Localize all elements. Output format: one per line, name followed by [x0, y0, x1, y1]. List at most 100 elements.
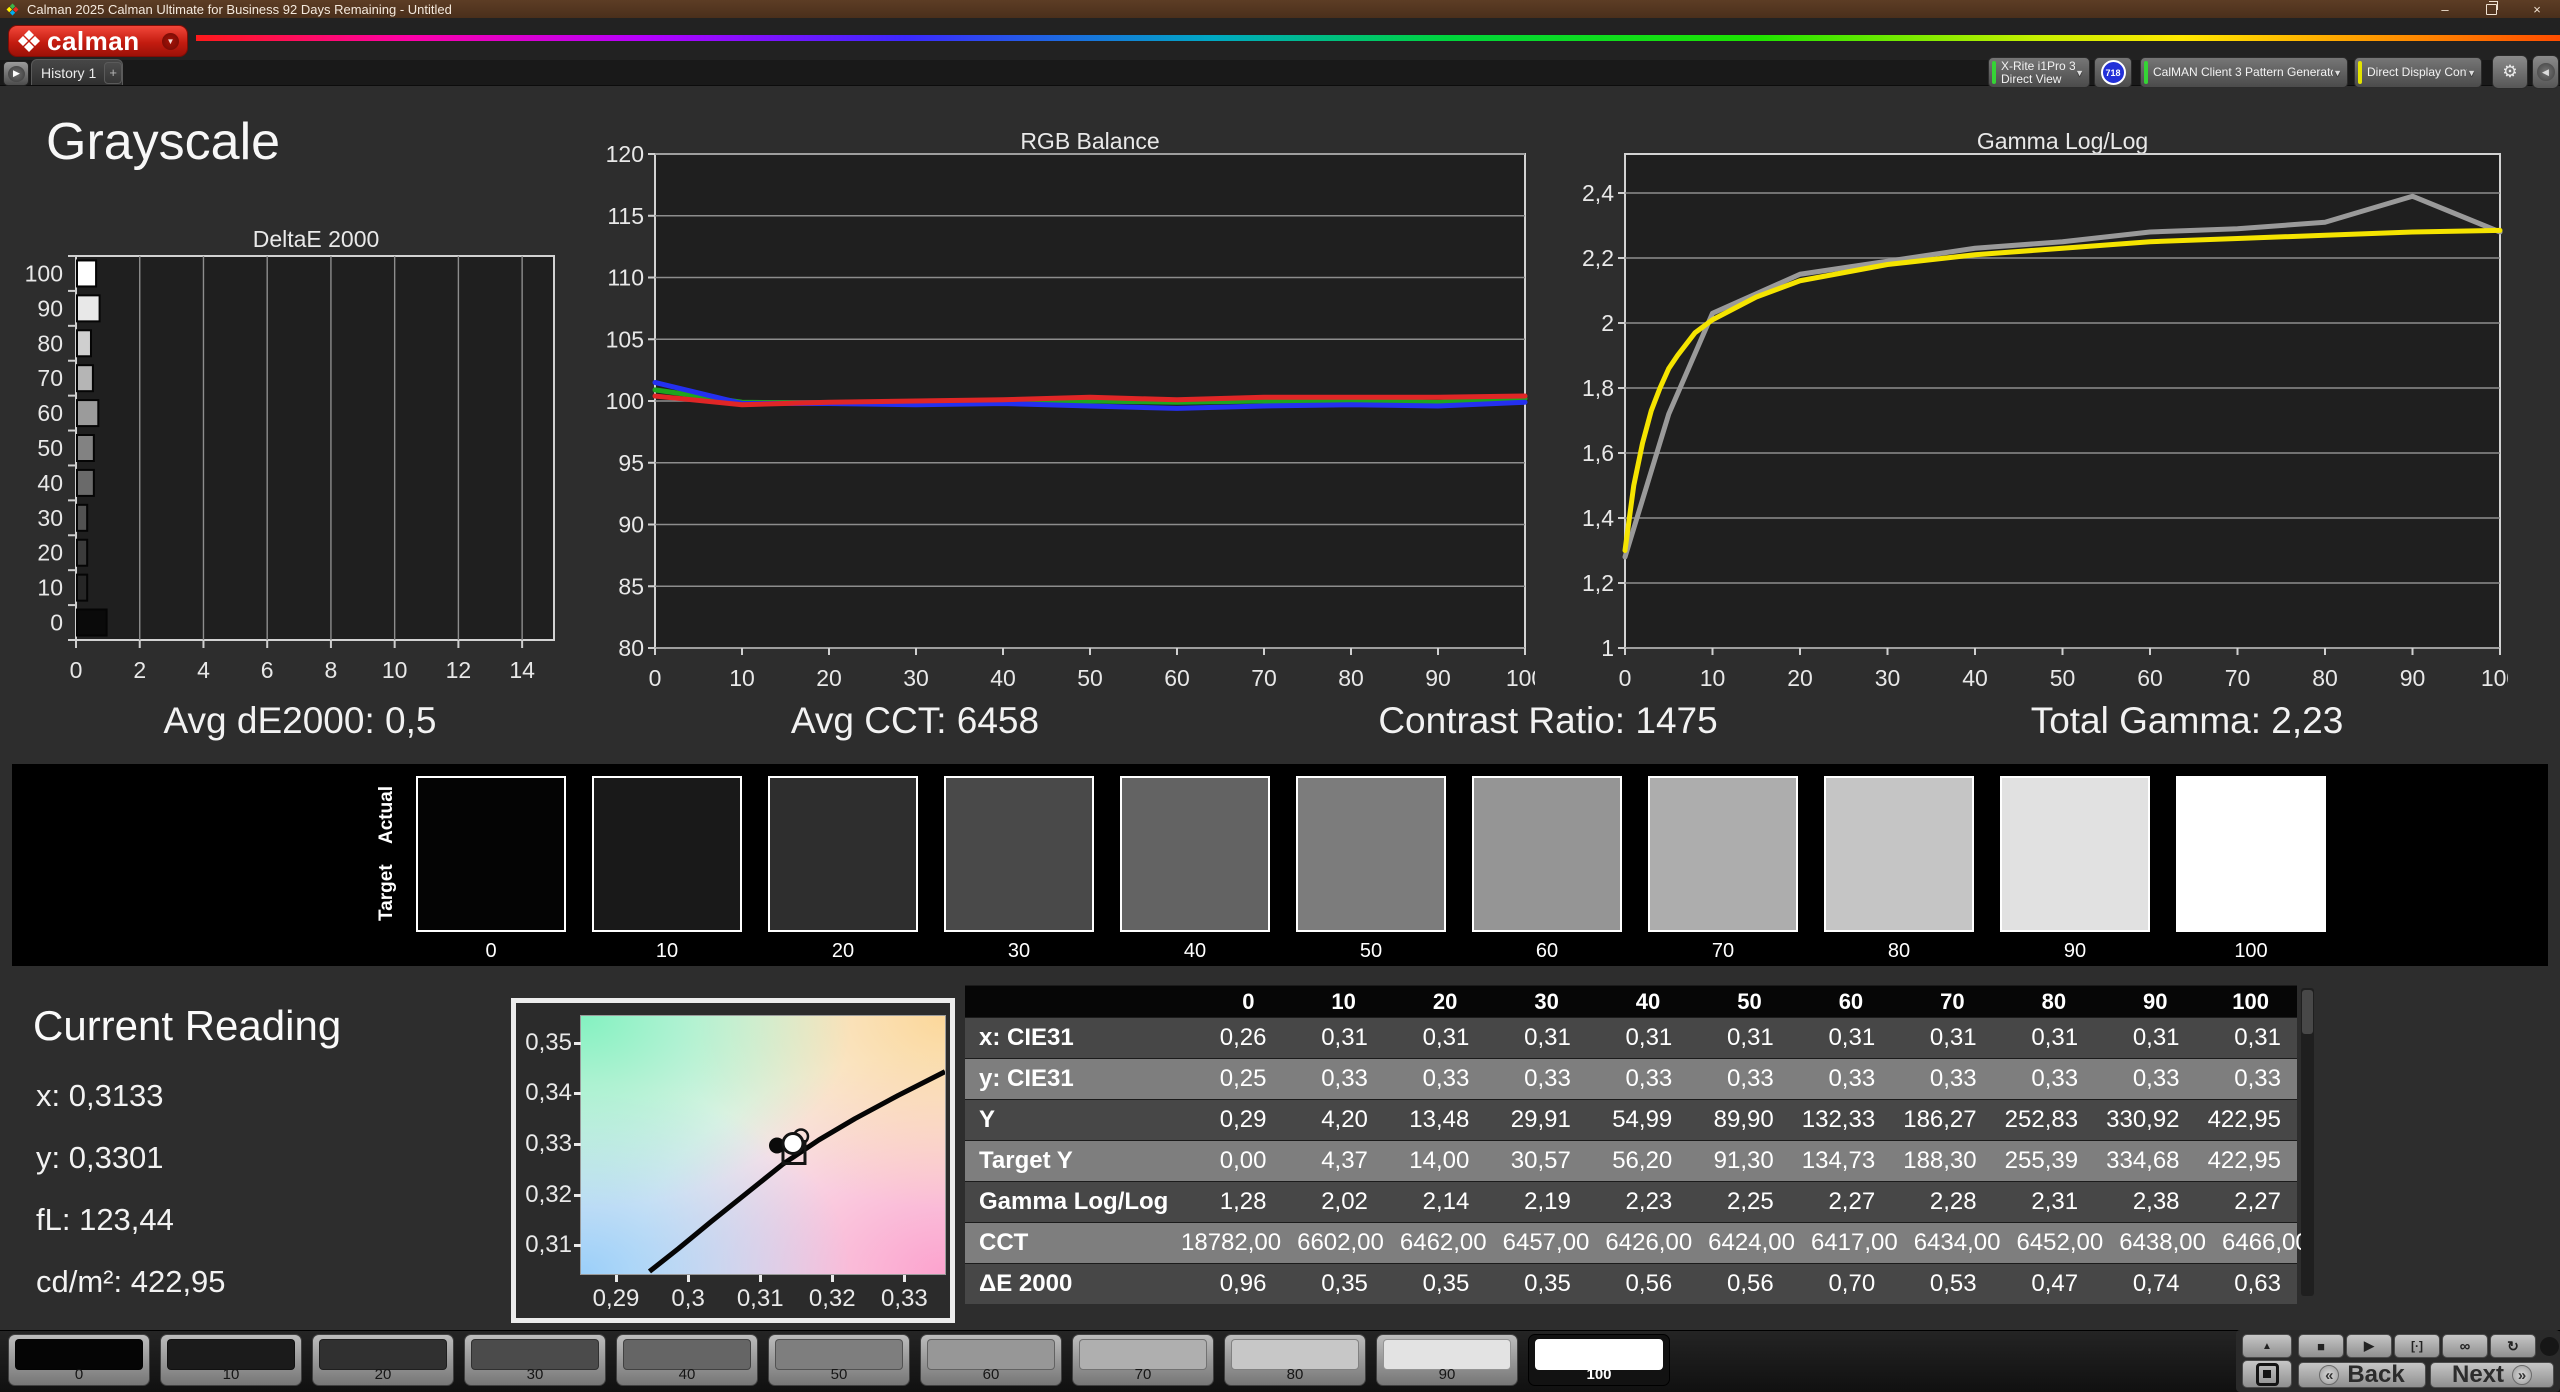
pattern-level-label: 20: [374, 1366, 392, 1383]
table-scrollbar[interactable]: [2301, 988, 2314, 1296]
cie-x-tick: [687, 1275, 691, 1282]
swatch-row: 0 10 20 30 40 50 60 70 80 90 100: [416, 776, 2326, 963]
table-cell: 91,30: [1713, 1147, 1774, 1174]
collapse-panel-button[interactable]: ◀: [2532, 55, 2559, 89]
column-header: 20: [1432, 988, 1458, 1014]
pattern-button-60[interactable]: 60: [920, 1334, 1062, 1386]
row-label: y: CIE31: [979, 1065, 1074, 1092]
pattern-button-50[interactable]: 50: [768, 1334, 910, 1386]
table-cell: 14,00: [1409, 1147, 1470, 1174]
pattern-level-bar: 0 10 20 30 40 50 60 70 80 90 100: [8, 1334, 1670, 1386]
swatch-color: [2000, 776, 2150, 932]
svg-text:100: 100: [606, 388, 644, 414]
table-cell: 0,35: [1422, 1270, 1470, 1297]
table-row: CCT 18782,00 6602,00 6462,00 6457,00 6426,00 6…: [965, 1222, 2309, 1263]
single-measure-button[interactable]: [·]: [2394, 1334, 2440, 1358]
table-cell: 6424,00: [1708, 1229, 1795, 1256]
pattern-window-button[interactable]: [2242, 1360, 2292, 1388]
svg-text:1,6: 1,6: [1582, 440, 1614, 466]
close-button[interactable]: ×: [2514, 0, 2560, 18]
pattern-button-100[interactable]: 100: [1528, 1334, 1670, 1386]
stop-icon: ■: [2317, 1338, 2325, 1354]
display-status-bar: [2358, 61, 2362, 84]
table-cell: 6438,00: [2119, 1229, 2206, 1256]
table-cell: 0,31: [1727, 1024, 1774, 1051]
svg-text:0: 0: [1619, 665, 1632, 691]
svg-text:1,4: 1,4: [1582, 505, 1614, 531]
calman-app-window: Calman 2025 Calman Ultimate for Business…: [0, 0, 2560, 1392]
cie-y-tick: [574, 1041, 581, 1045]
continuous-measure-button[interactable]: ∞: [2442, 1334, 2488, 1358]
table-row: Y 0,29 4,20 13,48 29,91 54,99 89,90 132,33 186,2…: [965, 1099, 2297, 1140]
svg-text:2: 2: [133, 657, 146, 683]
pattern-button-20[interactable]: 20: [312, 1334, 454, 1386]
expand-up-button[interactable]: ▲: [2242, 1334, 2292, 1358]
rainbow-accent-strip: [196, 35, 2560, 41]
contrast-ratio-stat: Contrast Ratio: 1475: [1378, 700, 1718, 741]
restore-icon: [2485, 0, 2498, 15]
workflow-play-button[interactable]: ▶: [3, 61, 29, 86]
pattern-button-30[interactable]: 30: [464, 1334, 606, 1386]
svg-text:30: 30: [37, 505, 63, 531]
add-tab-button[interactable]: +: [104, 61, 122, 84]
swatch-color: [1472, 776, 1622, 932]
settings-button[interactable]: ⚙: [2492, 55, 2528, 89]
cie-x-tick-label: 0,32: [808, 1285, 856, 1312]
page-title: Grayscale: [46, 113, 281, 171]
calman-menu-button[interactable]: calman ▼: [8, 25, 188, 57]
reading-y: y: 0,3301: [36, 1140, 164, 1175]
pattern-button-0[interactable]: 0: [8, 1334, 150, 1386]
window-titlebar: Calman 2025 Calman Ultimate for Business…: [0, 0, 2560, 18]
svg-text:120: 120: [606, 146, 644, 167]
restore-button[interactable]: [2468, 0, 2514, 18]
table-cell: 186,27: [1903, 1106, 1977, 1133]
swatch-color: [1120, 776, 1270, 932]
play-icon: ▶: [7, 65, 25, 82]
column-header: 30: [1534, 988, 1559, 1014]
play-button[interactable]: ▶: [2346, 1334, 2392, 1358]
table-cell: 6462,00: [1399, 1229, 1487, 1256]
svg-text:6: 6: [261, 657, 274, 683]
meter-reading-count: 718: [2100, 60, 2126, 85]
pattern-level-label: 60: [982, 1366, 1000, 1383]
back-button[interactable]: « Back: [2298, 1361, 2426, 1388]
loop-measure-button[interactable]: ↻: [2490, 1334, 2536, 1358]
table-cell: 422,95: [2207, 1147, 2281, 1174]
meter-reading-badge-box: 718: [2094, 57, 2132, 88]
pattern-button-40[interactable]: 40: [616, 1334, 758, 1386]
svg-text:8: 8: [325, 657, 338, 683]
generator-status-bar: [2144, 61, 2148, 84]
tab-history-1[interactable]: History 1 +: [31, 59, 123, 85]
cie-y-tick-label: 0,34: [525, 1079, 572, 1107]
svg-text:90: 90: [2400, 665, 2426, 691]
svg-text:90: 90: [618, 512, 644, 538]
svg-text:0: 0: [649, 665, 662, 691]
table-cell: 0,33: [1828, 1065, 1876, 1092]
table-row: ΔE 2000 0,96 0,35 0,35 0,35 0,56 0,56 0,70 0,53 0…: [965, 1263, 2297, 1304]
swatch-color: [944, 776, 1094, 932]
pattern-button-70[interactable]: 70: [1072, 1334, 1214, 1386]
table-cell: 6457,00: [1502, 1229, 1590, 1256]
row-label: Target Y: [979, 1147, 1073, 1174]
svg-text:1,2: 1,2: [1582, 570, 1614, 596]
pattern-generator-dropdown[interactable]: CalMAN Client 3 Pattern Generator ▼: [2140, 57, 2348, 88]
row-label: ΔE 2000: [979, 1270, 1073, 1297]
grayscale-swatch: 80: [1824, 776, 1974, 963]
scrollbar-thumb[interactable]: [2302, 990, 2313, 1034]
table-cell: 0,56: [1727, 1270, 1774, 1297]
table-cell: 30,57: [1510, 1147, 1571, 1174]
svg-text:20: 20: [1787, 665, 1813, 691]
table-cell: 29,91: [1510, 1106, 1571, 1133]
pattern-button-10[interactable]: 10: [160, 1334, 302, 1386]
table-cell: 334,68: [2106, 1147, 2180, 1174]
next-button[interactable]: Next »: [2430, 1361, 2554, 1388]
meter-dropdown[interactable]: X-Rite i1Pro 3 Direct View ▼: [1988, 57, 2090, 88]
display-control-dropdown[interactable]: Direct Display Control ▼: [2354, 57, 2482, 88]
table-cell: 255,39: [2004, 1147, 2079, 1174]
stop-button[interactable]: ■: [2298, 1334, 2344, 1358]
pattern-button-90[interactable]: 90: [1376, 1334, 1518, 1386]
infinity-icon: ∞: [2459, 1337, 2471, 1355]
svg-text:30: 30: [903, 665, 929, 691]
minimize-button[interactable]: –: [2422, 0, 2468, 18]
pattern-button-80[interactable]: 80: [1224, 1334, 1366, 1386]
